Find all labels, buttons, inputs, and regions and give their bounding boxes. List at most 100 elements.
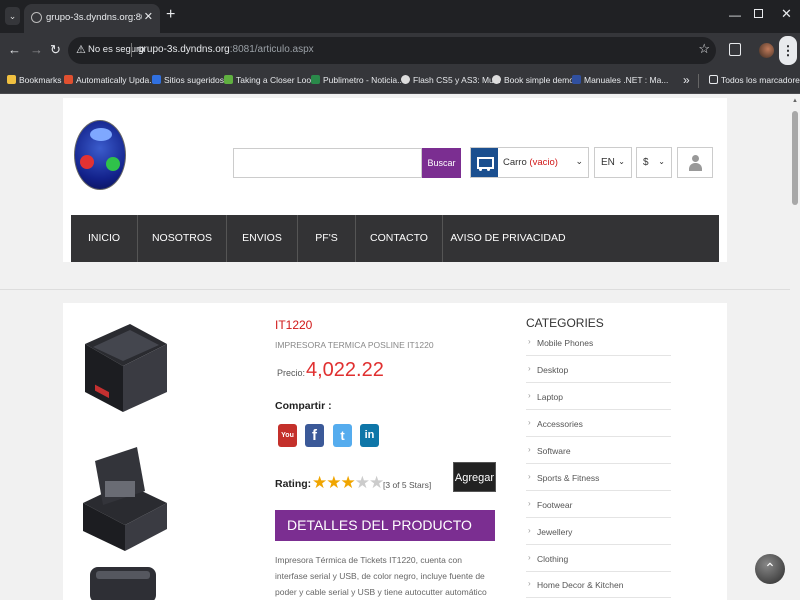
page-scrollbar[interactable]: ▲ [790, 94, 800, 600]
globe-icon [31, 12, 42, 23]
bookmark-item[interactable]: Sitios sugeridos [152, 75, 224, 85]
scroll-to-top-icon[interactable]: ⌃ [755, 554, 785, 584]
category-item[interactable]: › Software [526, 437, 671, 464]
facebook-icon[interactable]: f [305, 424, 324, 447]
globe-icon [401, 75, 410, 84]
main-menu: INICIO NOSOTROS ENVIOS PF'S CONTACTO AVI… [71, 215, 719, 262]
category-item[interactable]: › Mobile Phones [526, 329, 671, 356]
chevron-down-icon: ⌄ [658, 157, 665, 166]
restore-icon[interactable] [754, 9, 763, 18]
chevron-right-icon: › [528, 579, 531, 588]
product-price: 4,022.22 [306, 359, 384, 381]
bookmarks-bar: Bookmarks Automatically Upda... Sitios s… [0, 68, 800, 94]
bookmark-item[interactable]: Publimetro - Noticia... [311, 75, 404, 85]
site-logo[interactable] [74, 120, 126, 190]
add-to-cart-button[interactable]: Agregar [453, 462, 496, 492]
menu-item-inicio[interactable]: INICIO [71, 215, 137, 262]
category-item[interactable]: › Home Decor & Kitchen [526, 571, 671, 598]
search-input[interactable] [233, 148, 422, 178]
star-icon: ★ [340, 473, 356, 492]
product-name: IMPRESORA TERMICA POSLINE IT1220 [275, 340, 434, 350]
star-icon: ★ [326, 473, 341, 492]
scrollbar-thumb[interactable] [792, 111, 798, 205]
product-image-3[interactable] [88, 563, 158, 600]
category-item[interactable]: › Clothing [526, 545, 671, 572]
browser-tabbar: ⌄ grupo-3s.dyndns.org:8081/arti ✕ + — ✕ [0, 0, 800, 33]
category-item[interactable]: › Accessories [526, 410, 671, 437]
menu-item-envios[interactable]: ENVIOS [227, 215, 297, 262]
bookmark-star-icon[interactable]: ☆ [698, 41, 710, 57]
share-label: Compartir : [275, 400, 332, 412]
all-bookmarks[interactable]: Todos los marcadores [709, 75, 800, 85]
reload-icon[interactable]: ↻ [50, 42, 61, 58]
bookmark-item[interactable]: Manuales .NET : Ma... [572, 75, 668, 85]
chevron-right-icon: › [528, 553, 531, 562]
chevron-down-icon: ⌄ [618, 157, 625, 166]
chevron-right-icon: › [528, 445, 531, 454]
bookmark-item[interactable]: Flash CS5 y AS3: Mu... [401, 75, 501, 85]
product-details-heading: DETALLES DEL PRODUCTO [275, 510, 495, 541]
category-item[interactable]: › Sports & Fitness [526, 464, 671, 491]
more-bookmarks-icon[interactable]: » [683, 73, 690, 87]
rating-stars[interactable]: ★★★★★ [312, 473, 384, 493]
windows-icon [64, 75, 73, 84]
category-item[interactable]: › Footwear [526, 491, 671, 518]
minimize-icon[interactable]: — [729, 8, 741, 22]
star-icon: ★ [312, 473, 327, 492]
bookmark-item[interactable]: Bookmarks [7, 75, 62, 85]
star-icon: ★ [369, 473, 384, 492]
browser-toolbar: ← → ↻ ⚠ No es seguro grupo-3s.dyndns.org… [0, 33, 800, 68]
new-tab-icon[interactable]: + [166, 6, 175, 24]
address-bar[interactable]: ⚠ No es seguro grupo-3s.dyndns.org:8081/… [68, 37, 716, 64]
star-icon: ★ [354, 473, 370, 492]
tab-search-icon[interactable]: ⌄ [5, 7, 20, 25]
chevron-right-icon: › [528, 337, 531, 346]
profile-avatar[interactable] [759, 43, 774, 58]
browser-tab[interactable]: grupo-3s.dyndns.org:8081/arti ✕ [24, 4, 160, 33]
ie-icon [152, 75, 161, 84]
menu-kebab-icon[interactable]: ⋮ [779, 36, 797, 65]
bookmark-item[interactable]: Automatically Upda... [64, 75, 156, 85]
bookmark-item[interactable]: Book simple demo [492, 75, 574, 85]
product-description: Impresora Térmica de Tickets IT1220, cue… [275, 555, 487, 597]
cart-icon [471, 148, 498, 177]
forward-icon[interactable]: → [30, 42, 43, 58]
tab-close-icon[interactable]: ✕ [144, 10, 153, 23]
menu-item-pfs[interactable]: PF'S [298, 215, 355, 262]
product-image-1[interactable] [75, 314, 171, 419]
scroll-up-icon[interactable]: ▲ [792, 98, 798, 104]
warning-icon[interactable]: ⚠ [76, 43, 86, 56]
youtube-icon[interactable]: You [278, 424, 297, 447]
chevron-right-icon: › [528, 391, 531, 400]
close-window-icon[interactable]: ✕ [781, 6, 792, 22]
category-item[interactable]: › Desktop [526, 356, 671, 383]
price-label: Precio: [277, 368, 306, 378]
currency-select[interactable]: $ ⌄ [636, 147, 672, 178]
user-account-button[interactable] [677, 147, 713, 178]
site-header: Buscar Carro (vacio) ⌄ EN ⌄ $ ⌄ INICIO N… [63, 98, 727, 262]
menu-item-aviso-privacidad[interactable]: AVISO DE PRIVACIDAD [443, 215, 573, 262]
twitter-icon[interactable]: t [333, 424, 352, 447]
chevron-right-icon: › [528, 526, 531, 535]
bookmark-item[interactable]: Taking a Closer Loo... [224, 75, 318, 85]
menu-item-contacto[interactable]: CONTACTO [356, 215, 442, 262]
cart-dropdown[interactable]: Carro (vacio) ⌄ [470, 147, 589, 178]
menu-item-nosotros[interactable]: NOSOTROS [138, 215, 226, 262]
category-item[interactable]: › Laptop [526, 383, 671, 410]
chevron-right-icon: › [528, 472, 531, 481]
cart-status: (vacio) [529, 157, 558, 168]
back-icon[interactable]: ← [8, 42, 21, 58]
extensions-icon[interactable] [729, 43, 741, 56]
cart-label: Carro [503, 157, 527, 168]
language-select[interactable]: EN ⌄ [594, 147, 632, 178]
category-item[interactable]: › Jewellery [526, 518, 671, 545]
categories-title: CATEGORIES [526, 316, 604, 330]
url-text[interactable]: grupo-3s.dyndns.org:8081/articulo.aspx [138, 44, 314, 55]
security-label[interactable]: No es seguro [88, 44, 145, 55]
chevron-right-icon: › [528, 418, 531, 427]
tab-title: grupo-3s.dyndns.org:8081/arti [46, 12, 142, 23]
linkedin-icon[interactable]: in [360, 424, 379, 447]
product-image-2[interactable] [75, 441, 171, 555]
search-button[interactable]: Buscar [422, 148, 461, 178]
user-icon [692, 155, 699, 162]
